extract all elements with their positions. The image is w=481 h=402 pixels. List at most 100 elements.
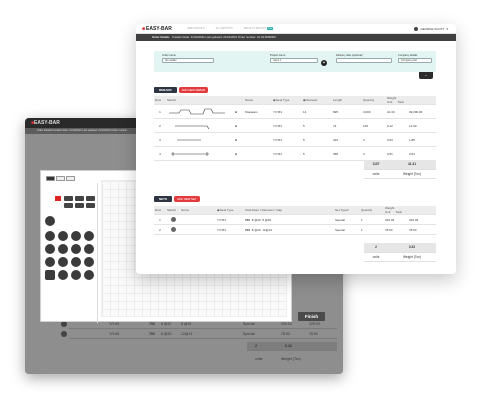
- cell-weight-unit: 0.12: [386, 118, 408, 133]
- rect-shape-icon[interactable]: [45, 270, 55, 280]
- back-table-row: Y/Y/#1 700 8 @20 12@13 Special 78.93 78.…: [61, 330, 337, 339]
- bar-shape-icon[interactable]: [45, 216, 55, 226]
- rebar-options-icon[interactable]: ⊕: [228, 146, 244, 161]
- order-name-label: Order name: [162, 54, 176, 57]
- col-header-steel-type[interactable]: ◆Steel Type: [272, 96, 302, 105]
- project-name-select[interactable]: name 1: [270, 58, 318, 63]
- bend-shape-icon[interactable]: [71, 231, 81, 241]
- finish-button[interactable]: Finish: [298, 312, 325, 321]
- crank-shape-icon[interactable]: [84, 257, 94, 267]
- col-header-diameter[interactable]: ◆Diameter: [302, 96, 332, 105]
- add-project-button[interactable]: +: [321, 60, 327, 66]
- cell-steel-type: Y/Y/#1: [272, 118, 302, 133]
- chevron-down-icon: ⌄: [424, 73, 428, 77]
- table-row[interactable]: 1 Y/Y/#1 700 8 @20 8 @20 Special 1 229.0…: [154, 214, 437, 225]
- nav-item-results-report[interactable]: RESULTS REPORT new: [244, 27, 274, 30]
- cell-name: [180, 214, 216, 225]
- delivery-date-input[interactable]: [336, 58, 392, 63]
- editor-tabs: [46, 176, 75, 181]
- l-shape-icon[interactable]: [84, 231, 94, 241]
- back-cell: 8 @20: [161, 332, 172, 336]
- back-totals-row: 2 0.32: [247, 342, 337, 351]
- col-header-diameter-gap: Total Diam / Diameter / Gap: [244, 206, 302, 215]
- table-row[interactable]: 3 ⊕ Y/Y/#1 5 410 3 0.63 1.85: [154, 132, 437, 147]
- tab-lib[interactable]: [66, 176, 75, 181]
- tab-2d[interactable]: [46, 176, 55, 181]
- delivery-date-field: Delivery date (optional): [336, 54, 392, 63]
- cell-row: 2: [154, 224, 166, 235]
- avatar: [414, 26, 419, 31]
- cell-weight-unit: 0.63: [386, 132, 408, 147]
- table-row[interactable]: 1 ⊕ Kitasaam Y/Y/#1 14 695 3,000 41.30 4…: [154, 104, 437, 119]
- rebar-options-icon[interactable]: ⊕: [228, 104, 244, 119]
- table-row[interactable]: 2 Y/Y/#1 700 8 @20 12@13 Special 1 78.93…: [154, 224, 437, 235]
- hoop-shape-icon[interactable]: [71, 257, 81, 267]
- back-cell: Y/Y/#1: [109, 332, 120, 336]
- spiral-shape-icon[interactable]: [84, 244, 94, 254]
- add-net-button[interactable]: ADD NEW NET: [174, 196, 200, 202]
- net-circle-icon: [170, 226, 176, 232]
- col-header-label: Steel Type: [219, 208, 234, 212]
- cell-row: 4: [154, 146, 166, 161]
- s-shape-icon[interactable]: [71, 244, 81, 254]
- rebars-units-label: units: [364, 169, 388, 179]
- app-logo[interactable]: ■ EASY-BAR: [142, 26, 172, 32]
- col-header-label: Net Type: [335, 208, 347, 212]
- table-row[interactable]: 2 ⊕ Y/Y/#1 5 73 100 0.12 12.00: [154, 118, 437, 133]
- back-cell: 8 @20: [161, 322, 172, 326]
- rebar-options-icon[interactable]: ⊕: [228, 118, 244, 133]
- user-name: GEORGE SCOTT: [420, 26, 445, 31]
- stirrup-shape-icon[interactable]: [45, 257, 55, 267]
- company-select[interactable]: Company plan: [398, 58, 432, 63]
- polygon-shape-icon[interactable]: [71, 270, 81, 280]
- cell-diameter-gap: 700 8 @20 8 @20: [244, 214, 302, 225]
- col-header-steel-type[interactable]: ◆Steel Type: [216, 206, 244, 215]
- company-field: Company details Company plan: [398, 54, 432, 63]
- back-logo: ■EASY-BAR: [31, 120, 60, 126]
- cell-d1: 8 @20: [251, 227, 261, 232]
- shape-option-button[interactable]: [64, 196, 73, 201]
- square-shape-icon[interactable]: [58, 257, 68, 267]
- net-sketch-icon[interactable]: [166, 214, 180, 225]
- new-badge: new: [266, 27, 274, 30]
- u-shape-icon[interactable]: [45, 244, 55, 254]
- cell-row: 2: [154, 118, 166, 133]
- circle-shape-icon[interactable]: [45, 231, 55, 241]
- cell-row: 3: [154, 132, 166, 147]
- rebars-header-row: Row Sketch Name ◆Steel Type ◆Diameter Le…: [154, 96, 437, 105]
- col-header-net-type[interactable]: Net Type▾: [334, 206, 360, 215]
- nav-item-all-reports[interactable]: ALL REPORTS: [216, 27, 233, 30]
- add-rebar-button[interactable]: ADD NEW REBAR: [178, 87, 209, 93]
- z-shape-icon[interactable]: [58, 244, 68, 254]
- selected-shape-indicator[interactable]: [55, 196, 61, 201]
- rebars-section-header: REBARS ADD NEW REBAR: [154, 87, 209, 93]
- delivery-date-label: Delivery date (optional): [336, 54, 363, 57]
- cell-name: [244, 146, 272, 161]
- user-menu[interactable]: GEORGE SCOTT ▾: [414, 26, 448, 31]
- triangle-shape-icon[interactable]: [58, 270, 68, 280]
- collapse-form-button[interactable]: ⌄: [419, 72, 433, 79]
- col-header-blank: [302, 206, 334, 215]
- custom-shape-icon[interactable]: [84, 270, 94, 280]
- order-name-field: Order name Ido nadlan: [162, 54, 214, 63]
- nav-item-area-details[interactable]: AREA DETAILS: [187, 27, 205, 30]
- row-circle-icon: [61, 331, 67, 337]
- shape-option-buttons: [64, 196, 98, 208]
- cell-weight-unit: 0.51: [386, 146, 408, 161]
- shape-option-button[interactable]: [75, 203, 84, 208]
- cell-weight-total: 0.64: [408, 146, 437, 161]
- nets-header-row: Row Sketch Name ◆Steel Type Total Diam /…: [154, 206, 437, 215]
- shape-option-button[interactable]: [86, 203, 95, 208]
- shape-option-button[interactable]: [86, 196, 95, 201]
- order-name-input[interactable]: Ido nadlan: [162, 58, 214, 63]
- hook-shape-icon[interactable]: [58, 231, 68, 241]
- shape-option-button[interactable]: [64, 203, 73, 208]
- net-sketch-icon[interactable]: [166, 224, 180, 235]
- cell-steel-type: Y/Y/#1: [272, 132, 302, 147]
- shape-option-button[interactable]: [75, 196, 84, 201]
- rebar-options-icon[interactable]: ⊕: [228, 132, 244, 147]
- table-row[interactable]: 4 ⊕ Y/Y/#1 5 358 4 0.51 0.64: [154, 146, 437, 161]
- order-info-bar: Order Details Creation Date: 21/10/2021 …: [136, 34, 456, 41]
- order-details-window: ■ EASY-BAR AREA DETAILS ALL REPORTS RESUL…: [136, 24, 456, 274]
- tab-3d[interactable]: [56, 176, 65, 181]
